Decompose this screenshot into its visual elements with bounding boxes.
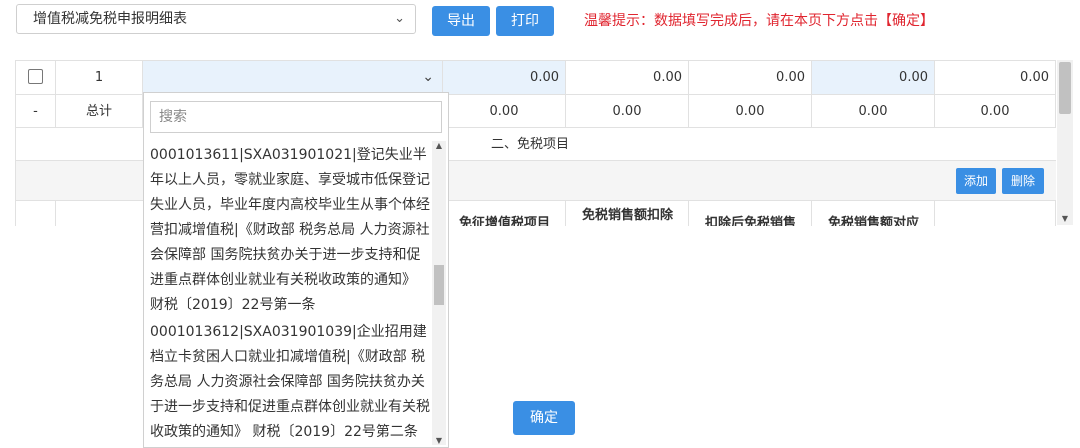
header-cell <box>935 201 1056 226</box>
total-value: 0.00 <box>566 95 689 127</box>
export-button[interactable]: 导出 <box>432 6 490 36</box>
search-input[interactable]: 搜索 <box>150 101 442 133</box>
scroll-down-icon[interactable]: ▼ <box>432 436 446 445</box>
total-marker: - <box>16 95 56 127</box>
print-button[interactable]: 打印 <box>496 6 554 36</box>
header-cell: 免征增值税项目 <box>443 201 566 226</box>
item-select-cell[interactable]: ⌄ <box>143 61 443 94</box>
value-cell[interactable]: 0.00 <box>443 61 566 94</box>
scrollbar-thumb[interactable] <box>434 265 444 305</box>
row-index: 1 <box>56 61 143 94</box>
tip-text: 温馨提示：数据填写完成后，请在本页下方点击【确定】 <box>584 13 934 29</box>
chevron-down-icon: ⌄ <box>422 69 434 85</box>
scroll-up-icon[interactable]: ▲ <box>432 141 446 150</box>
header-label: 扣除后免税销售 <box>704 216 796 226</box>
total-value: 0.00 <box>689 95 812 127</box>
section-title: 二、免税项目 <box>491 137 570 152</box>
total-label: 总计 <box>56 95 143 127</box>
report-type-select[interactable]: 增值税减免税申报明细表 ⌄ <box>16 4 416 34</box>
row-checkbox-cell[interactable] <box>16 61 56 94</box>
total-value: 0.00 <box>935 95 1056 127</box>
header-cell: 免税销售额对应 <box>812 201 935 226</box>
scrollbar-thumb[interactable] <box>1059 62 1071 114</box>
confirm-button[interactable]: 确定 <box>513 401 575 435</box>
header-label: 免税销售额对应 <box>827 216 919 226</box>
value-cell[interactable]: 0.00 <box>689 61 812 94</box>
report-type-select-value: 增值税减免税申报明细表 <box>33 11 187 27</box>
table-scrollbar[interactable]: ▼ <box>1057 60 1073 225</box>
header-label: 免税销售额扣除 <box>581 208 673 223</box>
header-label: 免征增值税项目 <box>458 216 550 226</box>
value-cell[interactable]: 0.00 <box>935 61 1056 94</box>
delete-button[interactable]: 删除 <box>1002 168 1044 194</box>
list-item[interactable]: 0001013611|SXA031901021|登记失业半年以上人员，零就业家庭… <box>150 141 430 318</box>
value-cell[interactable]: 0.00 <box>812 61 935 94</box>
table-row: 1 ⌄ 0.00 0.00 0.00 0.00 0.00 <box>16 61 1056 95</box>
total-value: 0.00 <box>812 95 935 127</box>
option-list: 0001013611|SXA031901021|登记失业半年以上人员，零就业家庭… <box>150 141 430 447</box>
total-value: 0.00 <box>443 95 566 127</box>
list-item[interactable]: 0001013612|SXA031901039|企业招用建档立卡贫困人口就业扣减… <box>150 318 430 445</box>
item-dropdown-panel: 搜索 0001013611|SXA031901021|登记失业半年以上人员，零就… <box>143 92 449 448</box>
header-cell <box>16 201 56 226</box>
value-cell[interactable]: 0.00 <box>566 61 689 94</box>
checkbox-icon[interactable] <box>28 69 43 84</box>
add-button[interactable]: 添加 <box>956 168 996 194</box>
header-cell: 免税销售额扣除 <box>566 201 689 226</box>
dropdown-scrollbar[interactable]: ▲ ▼ <box>432 141 446 445</box>
header-cell: 扣除后免税销售 <box>689 201 812 226</box>
chevron-down-icon: ⌄ <box>394 11 405 26</box>
scroll-down-icon[interactable]: ▼ <box>1057 214 1073 223</box>
